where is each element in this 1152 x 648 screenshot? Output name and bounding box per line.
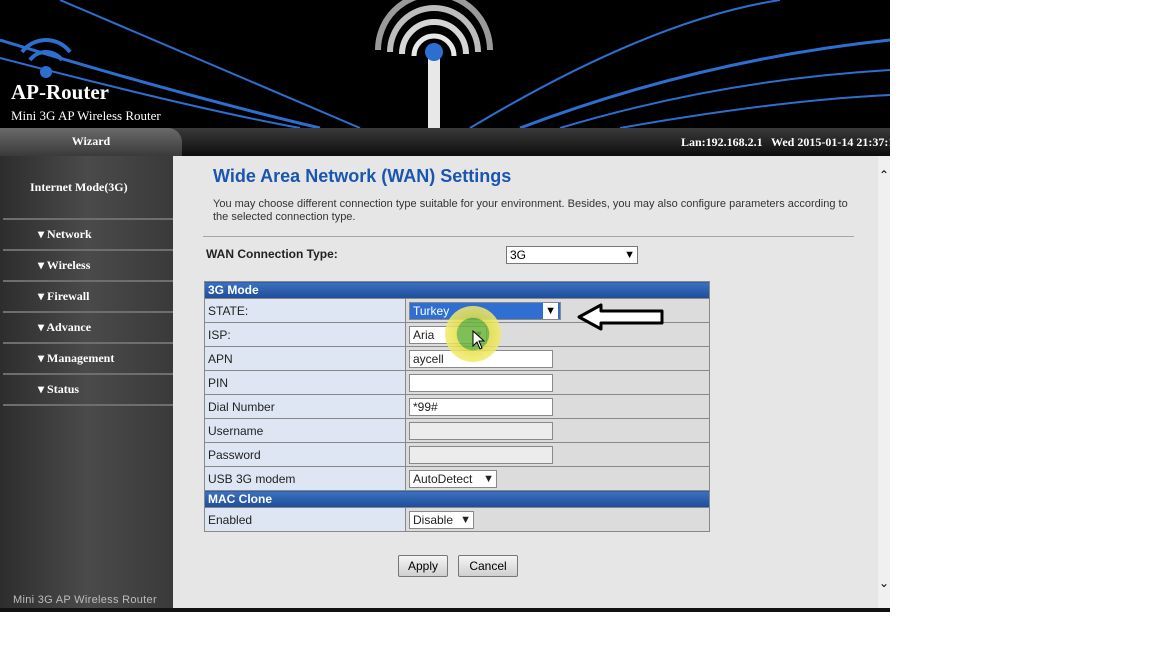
header-banner: AP-Router Mini 3G AP Wireless Router: [0, 0, 890, 128]
wifi-icon: [20, 38, 72, 78]
sidebar-item-wireless[interactable]: ▾ Wireless: [38, 258, 90, 273]
dial-number-input[interactable]: *99#: [409, 397, 553, 416]
page-title: Wide Area Network (WAN) Settings: [213, 166, 512, 186]
mouse-cursor-icon: [472, 330, 486, 350]
username-input[interactable]: [409, 421, 553, 440]
chevron-up-icon[interactable]: ⌃: [878, 168, 890, 182]
wan-type-label: WAN Connection Type:: [206, 247, 338, 261]
sidebar-item-advance[interactable]: ▾ Advance: [38, 320, 91, 335]
main-content: Wide Area Network (WAN) Settings You may…: [173, 156, 878, 608]
bottom-border: [0, 608, 890, 612]
pin-label: PIN: [204, 370, 406, 395]
lan-address: Lan:192.168.2.1: [681, 135, 763, 149]
table-row: PIN: [204, 370, 710, 395]
antenna-icon: [375, 0, 493, 128]
chevron-down-icon: ▼: [483, 472, 494, 485]
datetime: Wed 2015-01-14 21:37:1: [771, 135, 890, 149]
sidebar-item-status[interactable]: ▾ Status: [38, 382, 79, 397]
section-header-mac-clone: MAC Clone: [204, 490, 710, 508]
brand-subtitle: Mini 3G AP Wireless Router: [11, 108, 161, 123]
sidebar: Internet Mode(3G) ▾ Network ▾ Wireless ▾…: [0, 156, 173, 608]
pin-input[interactable]: [409, 373, 553, 392]
cancel-button[interactable]: Cancel: [458, 555, 518, 577]
chevron-down-icon: ▼: [624, 249, 635, 261]
chevron-down-icon: ▼: [460, 513, 471, 526]
enabled-label: Enabled: [204, 507, 406, 532]
section-header-3g: 3G Mode: [204, 281, 710, 299]
divider: [3, 404, 173, 406]
password-label: Password: [204, 442, 406, 467]
sidebar-item-management[interactable]: ▾ Management: [38, 351, 114, 366]
table-row: USB 3G modem AutoDetect ▼: [204, 466, 710, 491]
isp-value: Aria: [413, 327, 435, 342]
state-value: Turkey: [413, 303, 450, 318]
mac-clone-value: Disable: [413, 512, 454, 527]
sidebar-footer: Mini 3G AP Wireless Router: [13, 594, 157, 606]
usb-modem-select[interactable]: AutoDetect ▼: [409, 469, 497, 488]
brand-title: AP-Router: [11, 80, 109, 104]
sidebar-item-firewall[interactable]: ▾ Firewall: [38, 289, 89, 304]
usb-modem-label: USB 3G modem: [204, 466, 406, 491]
sidebar-item-network[interactable]: ▾ Network: [38, 227, 92, 242]
table-row: Enabled Disable ▼: [204, 507, 710, 532]
apply-button[interactable]: Apply: [398, 555, 448, 577]
state-label: STATE:: [204, 298, 406, 323]
wan-type-value: 3G: [510, 248, 527, 262]
username-label: Username: [204, 418, 406, 443]
divider: [3, 342, 173, 344]
wan-type-select[interactable]: 3G ▼: [506, 246, 638, 264]
divider: [3, 373, 173, 375]
password-input[interactable]: [409, 445, 553, 464]
table-row: Password: [204, 442, 710, 467]
wizard-tab[interactable]: Wizard: [0, 128, 182, 156]
divider: [3, 311, 173, 313]
usb-modem-value: AutoDetect: [413, 471, 473, 486]
divider: [3, 280, 173, 282]
isp-label: ISP:: [204, 322, 406, 347]
router-admin-window: AP-Router Mini 3G AP Wireless Router Wiz…: [0, 0, 890, 612]
internet-mode-label[interactable]: Internet Mode(3G): [30, 180, 128, 195]
table-row: Dial Number *99#: [204, 394, 710, 419]
mac-clone-select[interactable]: Disable ▼: [409, 510, 474, 529]
table-row: Username: [204, 418, 710, 443]
divider: [3, 218, 173, 220]
top-nav-bar: Wizard Lan:192.168.2.1 Wed 2015-01-14 21…: [0, 128, 890, 156]
chevron-down-icon[interactable]: ⌄: [878, 576, 890, 590]
chevron-down-icon: ▼: [543, 302, 558, 319]
page-description: You may choose different connection type…: [213, 198, 848, 223]
dial-number-label: Dial Number: [204, 394, 406, 419]
divider: [3, 249, 173, 251]
divider: [203, 236, 854, 237]
annotation-arrow-icon: [577, 303, 664, 331]
apn-label: APN: [204, 346, 406, 371]
scrollbar[interactable]: ⌃ ⌄: [878, 156, 890, 608]
